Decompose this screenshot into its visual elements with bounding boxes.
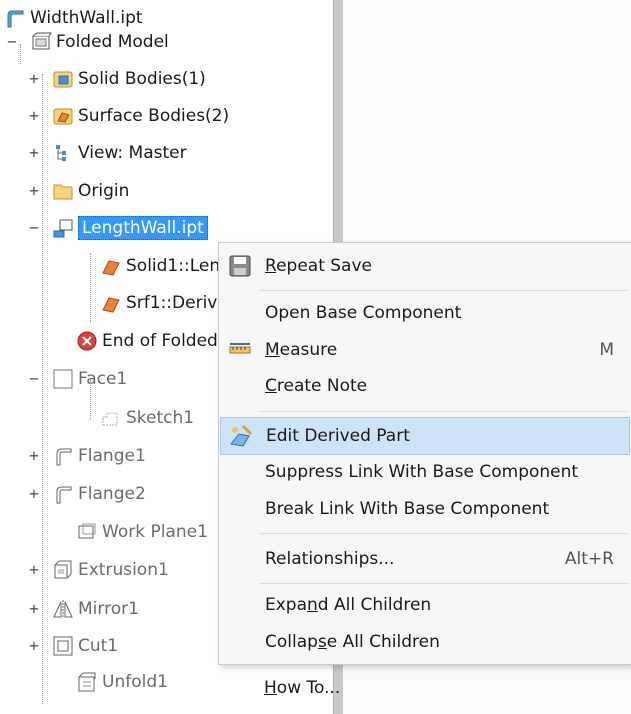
end-of-part-icon bbox=[76, 330, 98, 352]
tree-item-label: LengthWall.ipt bbox=[78, 216, 208, 240]
tree-line bbox=[42, 74, 43, 704]
expand-icon[interactable]: + bbox=[28, 145, 40, 161]
menu-item-expand-all-children[interactable]: Expand All Children bbox=[220, 587, 630, 623]
tree-item-label: Flange1 bbox=[78, 446, 146, 466]
expand-icon[interactable]: + bbox=[28, 562, 40, 578]
menu-item-collapse-all-children[interactable]: Collapse All Children bbox=[220, 624, 630, 660]
sheet-metal-part-icon bbox=[4, 7, 26, 29]
tree-line bbox=[90, 380, 91, 420]
tree-item-flange2[interactable]: Flange2 bbox=[52, 478, 146, 510]
folder-icon bbox=[52, 180, 74, 202]
expand-icon[interactable]: + bbox=[28, 486, 40, 502]
tree-item-label: Extrusion1 bbox=[78, 560, 169, 580]
menu-separator bbox=[259, 411, 627, 412]
extrusion-icon bbox=[52, 559, 74, 581]
tree-root-label: WidthWall.ipt bbox=[30, 8, 143, 28]
tree-item-folded-model[interactable]: Folded Model bbox=[30, 26, 169, 58]
tree-item-surface-bodies-2[interactable]: Surface Bodies(2) bbox=[52, 100, 229, 132]
tree-item-mirror1[interactable]: Mirror1 bbox=[52, 593, 139, 625]
menu-item-relationships[interactable]: Relationships... Alt+R bbox=[220, 541, 630, 577]
flange-icon bbox=[52, 483, 74, 505]
expand-icon[interactable]: + bbox=[28, 448, 40, 464]
derived-part-icon bbox=[52, 217, 74, 239]
view-icon bbox=[52, 142, 74, 164]
tree-item-label: Flange2 bbox=[78, 484, 146, 504]
expand-icon[interactable]: + bbox=[28, 108, 40, 124]
menu-item-break-link[interactable]: Break Link With Base Component bbox=[220, 491, 630, 527]
tree-item-label: Folded Model bbox=[56, 32, 169, 52]
tree-item-label: Face1 bbox=[78, 369, 128, 389]
tree-item-origin[interactable]: Origin bbox=[52, 175, 129, 207]
expand-icon[interactable]: + bbox=[28, 601, 40, 617]
tree-item-sketch1[interactable]: Sketch1 bbox=[100, 402, 194, 434]
expand-icon[interactable]: + bbox=[28, 183, 40, 199]
tree-item-label: View: Master bbox=[78, 143, 187, 163]
solid-bodies-icon bbox=[52, 68, 74, 90]
tree-line bbox=[20, 44, 21, 64]
tree-line bbox=[90, 253, 91, 323]
tree-item-label: Solid Bodies(1) bbox=[78, 69, 206, 89]
tree-item-label: Mirror1 bbox=[78, 599, 139, 619]
tree-item-label: Unfold1 bbox=[102, 672, 168, 692]
collapse-icon[interactable]: − bbox=[28, 371, 40, 387]
menu-separator bbox=[259, 583, 627, 584]
menu-item-measure[interactable]: Measure M bbox=[220, 332, 630, 368]
surface-body-icon bbox=[100, 292, 122, 314]
menu-separator bbox=[259, 290, 627, 291]
tree-item-view-master[interactable]: View: Master bbox=[52, 137, 187, 169]
tree-item-label: Cut1 bbox=[78, 636, 119, 656]
edit-derived-part-icon bbox=[229, 424, 253, 448]
solid-body-icon bbox=[100, 255, 122, 277]
face-icon bbox=[52, 368, 74, 390]
tree-item-lengthwall-ipt[interactable]: LengthWall.ipt bbox=[52, 212, 208, 244]
tree-item-label: End of Folded bbox=[102, 331, 218, 351]
unfold-icon bbox=[76, 671, 98, 693]
measure-icon bbox=[228, 338, 252, 362]
menu-separator bbox=[259, 533, 627, 534]
tree-item-cut1[interactable]: Cut1 bbox=[52, 630, 118, 662]
folded-model-icon bbox=[30, 31, 52, 53]
menu-item-repeat-save[interactable]: Repeat Save bbox=[220, 248, 630, 284]
mirror-icon bbox=[52, 598, 74, 620]
tree-item-flange1[interactable]: Flange1 bbox=[52, 440, 146, 472]
collapse-icon[interactable]: − bbox=[28, 220, 40, 236]
tree-item-label: Origin bbox=[78, 181, 130, 201]
tree-item-work-plane1[interactable]: Work Plane1 bbox=[76, 516, 208, 548]
tree-item-label: Sketch1 bbox=[126, 408, 195, 428]
expand-icon[interactable]: + bbox=[28, 638, 40, 654]
sketch-icon bbox=[100, 407, 122, 429]
tree-item-label: Work Plane1 bbox=[102, 522, 208, 542]
tree-item-end-of-folded[interactable]: End of Folded bbox=[76, 325, 218, 357]
tree-item-unfold1[interactable]: Unfold1 bbox=[76, 666, 168, 698]
menu-item-suppress-link[interactable]: Suppress Link With Base Component bbox=[220, 454, 630, 490]
flange-icon bbox=[52, 445, 74, 467]
menu-item-edit-derived-part[interactable]: Edit Derived Part bbox=[220, 417, 630, 455]
context-menu: Repeat Save Open Base Component Measure … bbox=[218, 242, 631, 665]
menu-item-open-base-component[interactable]: Open Base Component bbox=[220, 295, 630, 331]
menu-item-create-note[interactable]: Create Note bbox=[220, 368, 630, 404]
surface-bodies-icon bbox=[52, 105, 74, 127]
collapse-icon[interactable]: − bbox=[6, 34, 18, 50]
cut-icon bbox=[52, 635, 74, 657]
tree-item-extrusion1[interactable]: Extrusion1 bbox=[52, 554, 169, 586]
expand-icon[interactable]: + bbox=[28, 71, 40, 87]
tree-item-label: Surface Bodies(2) bbox=[78, 106, 230, 126]
tree-item-solid-bodies-1[interactable]: Solid Bodies(1) bbox=[52, 63, 206, 95]
work-plane-icon bbox=[76, 521, 98, 543]
menu-item-how-to[interactable]: How To... bbox=[219, 670, 629, 706]
save-icon bbox=[228, 254, 252, 278]
